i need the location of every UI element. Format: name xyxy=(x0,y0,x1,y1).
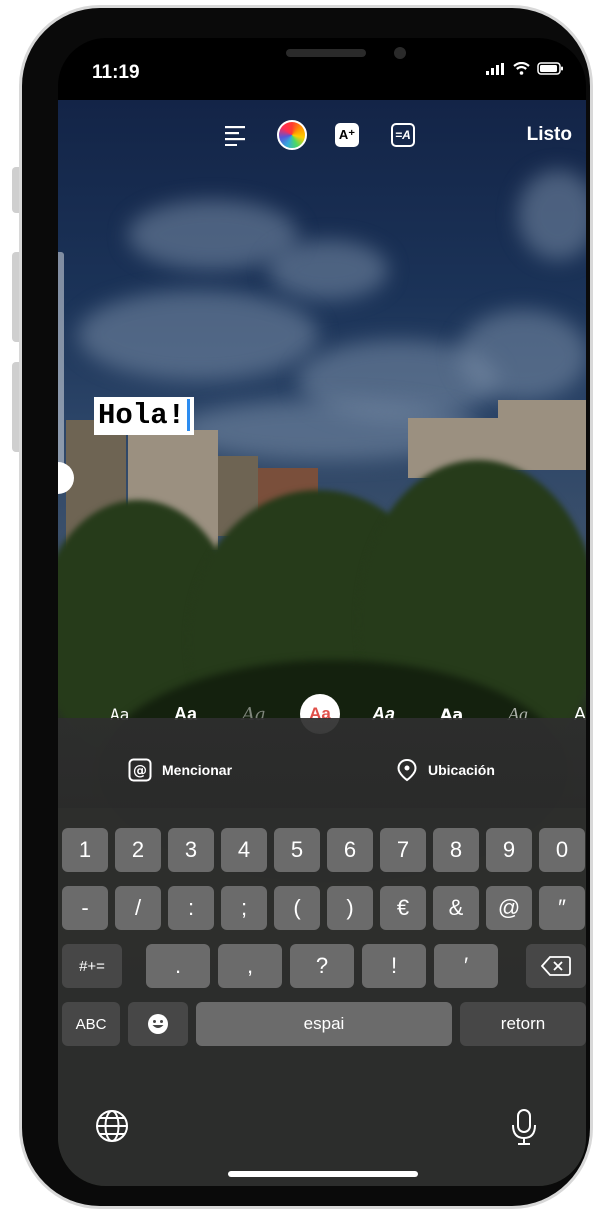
key-comma[interactable]: , xyxy=(218,944,282,988)
key-question[interactable]: ? xyxy=(290,944,354,988)
status-icons xyxy=(486,62,564,75)
mention-icon: @ xyxy=(128,758,152,782)
mention-location-row: @ Mencionar Ubicación xyxy=(58,758,586,788)
side-button-silent xyxy=(12,167,22,213)
dictation-button[interactable] xyxy=(510,1108,538,1151)
key-5[interactable]: 5 xyxy=(274,828,320,872)
side-button-volume-up xyxy=(12,252,22,342)
wifi-icon xyxy=(513,62,530,75)
key-8[interactable]: 8 xyxy=(433,828,479,872)
key-open-paren[interactable]: ( xyxy=(274,886,320,930)
location-pin-icon xyxy=(397,758,417,782)
key-double-quote[interactable]: ″ xyxy=(539,886,585,930)
key-at[interactable]: @ xyxy=(486,886,532,930)
return-key[interactable]: retorn xyxy=(460,1002,586,1046)
align-left-icon xyxy=(225,126,245,146)
globe-icon xyxy=(96,1110,128,1142)
key-euro[interactable]: € xyxy=(380,886,426,930)
svg-text:@: @ xyxy=(133,763,147,779)
home-indicator[interactable] xyxy=(228,1171,418,1177)
color-wheel-icon xyxy=(277,120,307,150)
globe-button[interactable] xyxy=(94,1108,130,1149)
text-cursor xyxy=(187,399,191,432)
text-effects-button[interactable]: A⁺ xyxy=(330,118,364,152)
key-4[interactable]: 4 xyxy=(221,828,267,872)
mention-button[interactable]: @ Mencionar xyxy=(128,758,232,782)
text-background-icon: =A xyxy=(391,123,415,147)
key-3[interactable]: 3 xyxy=(168,828,214,872)
key-2[interactable]: 2 xyxy=(115,828,161,872)
key-7[interactable]: 7 xyxy=(380,828,426,872)
front-camera xyxy=(394,47,406,59)
cellular-signal-icon xyxy=(486,62,504,75)
keyboard: 1 2 3 4 5 6 7 8 9 0 - / : ; ( ) € & @ ″ … xyxy=(58,718,586,1186)
done-button[interactable]: Listo xyxy=(527,124,572,146)
story-text: Hola! xyxy=(98,399,186,432)
key-9[interactable]: 9 xyxy=(486,828,532,872)
key-6[interactable]: 6 xyxy=(327,828,373,872)
backspace-icon xyxy=(541,956,571,976)
text-toolbar: A⁺ =A Listo xyxy=(58,118,586,162)
abc-switch-key[interactable]: ABC xyxy=(62,1002,120,1046)
key-0[interactable]: 0 xyxy=(539,828,585,872)
notch xyxy=(174,38,476,82)
key-hyphen[interactable]: - xyxy=(62,886,108,930)
space-key[interactable]: espai xyxy=(196,1002,452,1046)
text-background-button[interactable]: =A xyxy=(386,118,420,152)
align-button[interactable] xyxy=(218,118,252,152)
key-apostrophe[interactable]: ′ xyxy=(434,944,498,988)
key-period[interactable]: . xyxy=(146,944,210,988)
key-close-paren[interactable]: ) xyxy=(327,886,373,930)
color-button[interactable] xyxy=(274,118,310,152)
key-exclamation[interactable]: ! xyxy=(362,944,426,988)
delete-button[interactable] xyxy=(526,944,586,988)
side-button-volume-down xyxy=(12,362,22,452)
microphone-icon xyxy=(512,1109,536,1145)
screen: 11:19 A⁺ =A Listo Hola! Aa Aa Aa Aa Aa A… xyxy=(58,38,586,1186)
emoji-icon xyxy=(148,1014,168,1034)
key-semicolon[interactable]: ; xyxy=(221,886,267,930)
text-size-slider[interactable] xyxy=(58,252,64,482)
text-effects-icon: A⁺ xyxy=(335,123,359,147)
location-label: Ubicación xyxy=(428,762,495,778)
key-colon[interactable]: : xyxy=(168,886,214,930)
key-slash[interactable]: / xyxy=(115,886,161,930)
emoji-key[interactable] xyxy=(128,1002,188,1046)
speaker xyxy=(286,49,366,57)
story-text-field[interactable]: Hola! xyxy=(94,397,195,435)
status-time: 11:19 xyxy=(92,62,140,83)
battery-icon xyxy=(537,62,563,75)
mention-label: Mencionar xyxy=(162,762,233,778)
location-button[interactable]: Ubicación xyxy=(396,758,495,782)
key-more-symbols[interactable]: #+= xyxy=(62,944,122,988)
key-ampersand[interactable]: & xyxy=(433,886,479,930)
key-1[interactable]: 1 xyxy=(62,828,108,872)
